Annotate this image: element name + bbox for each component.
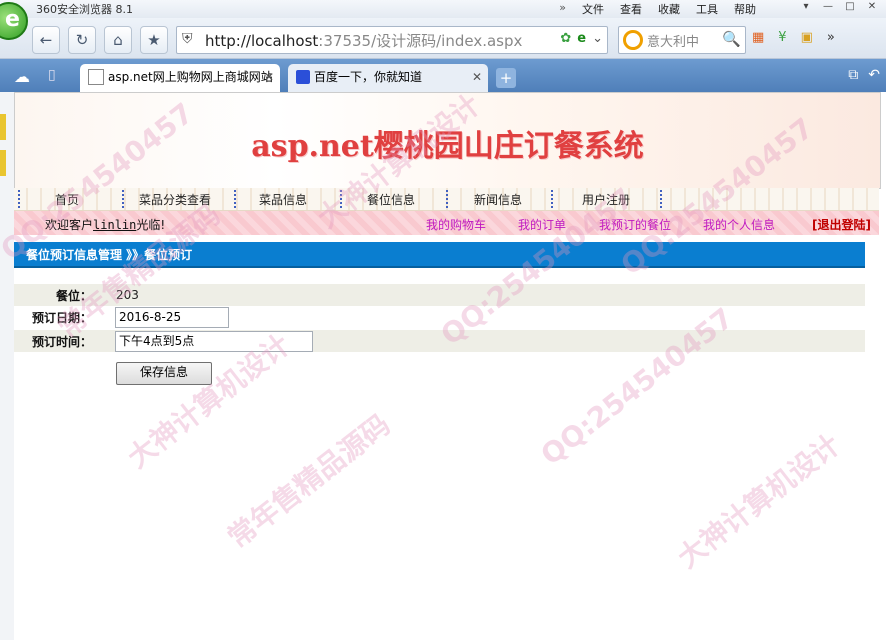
form-row-seat: 餐位： 203 — [14, 284, 865, 306]
tab-label: asp.net网上购物网上商城网站 — [108, 70, 273, 84]
date-input[interactable]: 2016-8-25 — [115, 307, 229, 328]
baidu-paw-icon — [296, 69, 310, 84]
my-profile-link[interactable]: 我的个人信息 — [703, 216, 775, 233]
welcome-bar: 欢迎客户linlin光临! 我的购物车 我的订单 我预订的餐位 我的个人信息 [… — [14, 211, 879, 235]
web-page: asp.net樱桃园山庄订餐系统 首页 菜品分类查看 菜品信息 餐位信息 新闻信… — [14, 92, 886, 640]
site-title: asp.net樱桃园山庄订餐系统 — [251, 129, 644, 164]
close-window-button[interactable]: ✕ — [862, 0, 882, 14]
site-nav: 首页 菜品分类查看 菜品信息 餐位信息 新闻信息 用户注册 — [14, 188, 879, 211]
time-label: 预订时间： — [31, 335, 92, 349]
search-engine-icon[interactable] — [623, 30, 643, 50]
menu-tools[interactable]: 工具 — [696, 1, 718, 17]
welcome-text: 欢迎客户linlin光临! — [45, 218, 166, 232]
sidebar-favorite-icon[interactable] — [0, 114, 6, 140]
nav-dish-info[interactable]: 菜品信息 — [259, 191, 307, 208]
search-box[interactable]: 意大利中 🔍 — [618, 26, 746, 54]
address-url[interactable]: http://localhost:37535/设计源码/index.aspx — [205, 30, 522, 51]
section-header: 餐位预订信息管理 》》餐位预订 — [14, 242, 865, 268]
site-banner: asp.net樱桃园山庄订餐系统 — [14, 92, 881, 189]
browser-titlebar: 360安全浏览器 8.1 » 文件 查看 收藏 工具 帮助 ▾ — □ ✕ — [0, 0, 886, 18]
tab-bar: ☁ ▯ asp.net网上购物网上商城网站 ✕ 百度一下，你就知道 ✕ + ⧉ … — [0, 59, 886, 92]
my-orders-link[interactable]: 我的订单 — [518, 216, 566, 233]
date-label: 预订日期： — [31, 311, 92, 325]
search-input[interactable]: 意大利中 — [647, 31, 699, 50]
cloud-icon[interactable]: ☁ — [14, 67, 30, 86]
back-icon[interactable]: ← — [32, 26, 60, 54]
save-button[interactable]: 保存信息 — [116, 362, 212, 385]
menu-overflow-icon[interactable]: » — [559, 1, 566, 17]
seat-value: 203 — [116, 288, 139, 302]
apps-grid-icon[interactable]: ▦ — [752, 30, 764, 45]
seat-reservation-form: 餐位： 203 预订日期： 2016-8-25 预订时间： 下午4点到5点 — [14, 284, 865, 352]
more-icon[interactable]: » — [827, 30, 835, 45]
shield-icon: ⛨ — [182, 31, 193, 47]
extension-icon[interactable]: ▣ — [801, 30, 813, 45]
chevron-down-icon[interactable]: ⌄ — [592, 31, 603, 46]
minimize-button[interactable]: — — [818, 0, 838, 14]
menu-view[interactable]: 查看 — [620, 1, 642, 17]
compat-mode-icon[interactable]: ✿ — [560, 31, 571, 46]
ie-engine-icon[interactable]: e — [577, 31, 586, 46]
browser-toolbar: ← ↻ ⌂ ★ ⛨ http://localhost:37535/设计源码/in… — [0, 18, 886, 59]
close-tab-icon[interactable]: ✕ — [472, 64, 482, 90]
tab-label: 百度一下，你就知道 — [314, 70, 423, 84]
money-icon[interactable]: ¥ — [778, 30, 786, 45]
sidebar-strip — [0, 92, 15, 640]
seat-label: 餐位： — [55, 289, 92, 303]
star-icon[interactable]: ★ — [140, 26, 168, 54]
tab-asp-shop[interactable]: asp.net网上购物网上商城网站 ✕ — [80, 64, 280, 92]
nav-register[interactable]: 用户注册 — [582, 191, 630, 208]
maximize-button[interactable]: □ — [840, 0, 860, 14]
refresh-icon[interactable]: ↻ — [68, 26, 96, 54]
skin-icon[interactable]: ▾ — [796, 0, 816, 14]
browser-menu: » 文件 查看 收藏 工具 帮助 — [559, 1, 756, 17]
tab-baidu[interactable]: 百度一下，你就知道 ✕ — [288, 64, 488, 92]
time-input[interactable]: 下午4点到5点 — [115, 331, 313, 352]
sidebar-favorite-icon[interactable] — [0, 150, 6, 176]
window-controls: ▾ — □ ✕ — [796, 0, 882, 14]
my-seat-reservations-link[interactable]: 我预订的餐位 — [599, 216, 671, 233]
nav-news[interactable]: 新闻信息 — [474, 191, 522, 208]
close-tab-icon[interactable]: ✕ — [264, 64, 274, 90]
logout-link[interactable]: [退出登陆] — [812, 216, 871, 233]
nav-dish-category[interactable]: 菜品分类查看 — [139, 191, 211, 208]
menu-help[interactable]: 帮助 — [734, 1, 756, 17]
nav-home[interactable]: 首页 — [55, 191, 79, 208]
new-tab-button[interactable]: + — [496, 68, 516, 88]
username: linlin — [93, 218, 137, 232]
tab-list-icon[interactable]: ⧉ — [848, 67, 858, 83]
search-icon[interactable]: 🔍 — [722, 30, 741, 48]
undo-close-icon[interactable]: ↶ — [868, 67, 880, 83]
breadcrumb: 餐位预订信息管理 》》餐位预订 — [26, 248, 193, 262]
menu-file[interactable]: 文件 — [582, 1, 604, 17]
home-icon[interactable]: ⌂ — [104, 26, 132, 54]
form-row-time: 预订时间： 下午4点到5点 — [14, 330, 865, 352]
address-bar[interactable]: ⛨ http://localhost:37535/设计源码/index.aspx… — [176, 26, 608, 54]
form-row-date: 预订日期： 2016-8-25 — [14, 306, 865, 328]
app-title: 360安全浏览器 8.1 — [36, 3, 133, 16]
nav-seat-info[interactable]: 餐位信息 — [367, 191, 415, 208]
phone-icon[interactable]: ▯ — [48, 67, 56, 83]
menu-favorites[interactable]: 收藏 — [658, 1, 680, 17]
cart-link[interactable]: 我的购物车 — [426, 216, 486, 233]
page-icon — [88, 68, 104, 85]
